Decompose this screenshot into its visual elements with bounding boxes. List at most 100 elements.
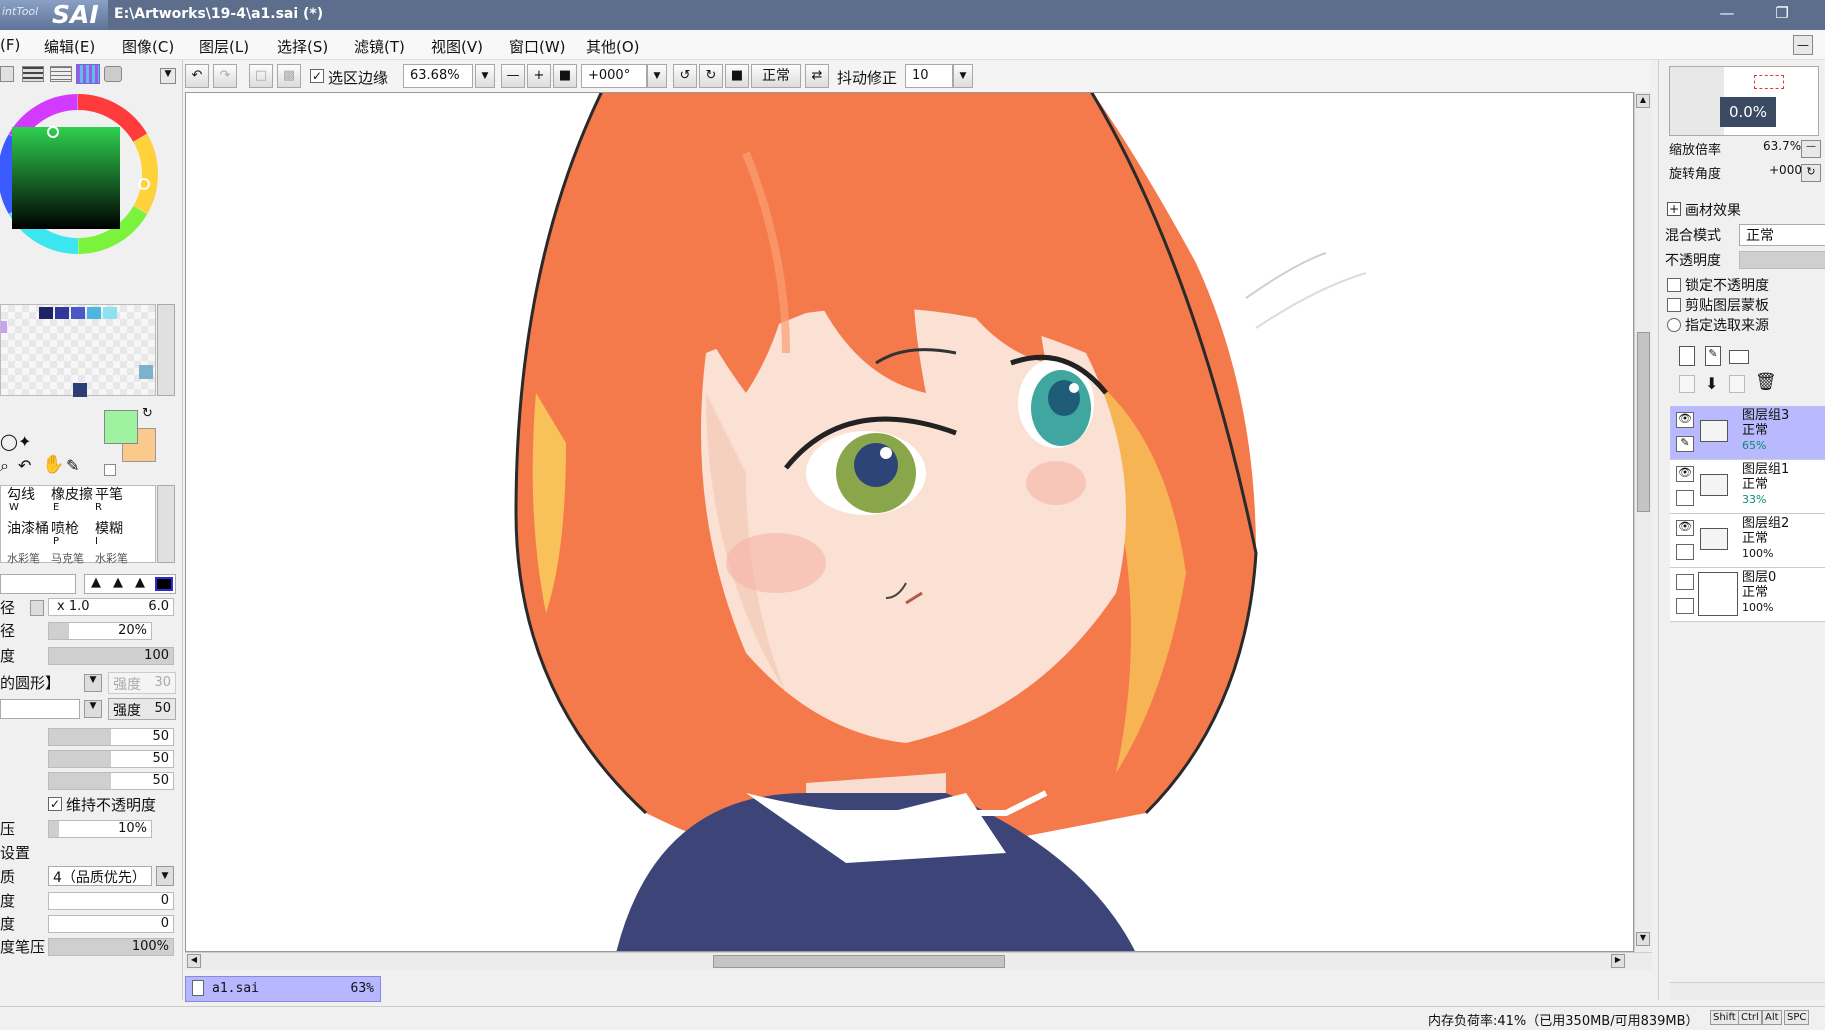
rotate-left-button[interactable]: ↺	[673, 64, 697, 88]
reset-colors-icon[interactable]	[104, 464, 116, 476]
trash-icon[interactable]: 🗑	[1755, 372, 1777, 392]
scroll-right-button[interactable]: ▶	[1611, 954, 1625, 968]
nav-rotate-reset-button[interactable]: ↻	[1801, 164, 1821, 182]
expand-icon[interactable]: +	[1667, 202, 1681, 216]
rotate-reset-button[interactable]: ■	[725, 64, 749, 88]
tip-square-icon[interactable]	[155, 577, 173, 591]
tool-eraser-label[interactable]: 橡皮擦	[51, 484, 93, 504]
new-linework-layer-icon[interactable]: ✎	[1705, 346, 1721, 366]
layer-list-scrollbar[interactable]	[1670, 982, 1825, 1000]
rotate-icon[interactable]: ↶	[18, 456, 31, 475]
navigator-preview[interactable]: 0.0%	[1669, 66, 1819, 136]
tool-marker-label[interactable]: 马克笔	[51, 550, 84, 566]
texture-strength-field[interactable]: 强度 50	[108, 698, 176, 720]
swatch[interactable]	[71, 307, 85, 319]
nav-zoom-out-button[interactable]: —	[1801, 140, 1821, 158]
swatch[interactable]	[139, 365, 153, 379]
selection-edge-checkbox[interactable]: ✓	[310, 69, 324, 83]
swatch[interactable]	[1, 321, 7, 333]
pen-toggle[interactable]	[1676, 544, 1694, 560]
quality-dropdown[interactable]: ▼	[156, 866, 174, 886]
effects-label[interactable]: 画材效果	[1685, 200, 1741, 220]
swap-colors-icon[interactable]: ↻	[142, 406, 153, 421]
navigator-view-rect[interactable]	[1754, 75, 1784, 89]
layout-icon-2[interactable]	[22, 66, 44, 82]
tool-flat-brush-label[interactable]: 平笔	[95, 484, 123, 504]
maximize-button[interactable]: ❐	[1770, 4, 1794, 26]
tip-soft-icon[interactable]: ▲	[135, 575, 145, 590]
stabilizer-dropdown[interactable]: ▼	[953, 64, 973, 88]
minimize-button[interactable]: —	[1715, 4, 1739, 26]
blend-mode-select[interactable]: 正常	[1739, 224, 1825, 246]
eye-icon[interactable]: 👁	[1676, 466, 1694, 482]
swatch[interactable]	[73, 383, 87, 397]
stabilizer-field[interactable]: 10	[905, 64, 953, 88]
shape-dropdown[interactable]: ▼	[84, 674, 102, 692]
menu-window[interactable]: 窗口(W)	[509, 36, 566, 57]
tip-medium-icon[interactable]: ▲	[113, 575, 123, 590]
quality-select[interactable]: 4（品质优先）	[48, 866, 152, 886]
new-layer-icon[interactable]	[1679, 346, 1695, 366]
rotation-dropdown[interactable]: ▼	[647, 64, 667, 88]
layer-item[interactable]: 👁 图层组2 正常 100%	[1670, 514, 1825, 568]
rotation-field[interactable]: +000°	[581, 64, 647, 88]
flip-button[interactable]: ⇄	[805, 64, 829, 88]
swatch[interactable]	[55, 307, 69, 319]
swatch[interactable]	[39, 307, 53, 319]
swatch-grid[interactable]	[0, 304, 156, 397]
undo-button[interactable]: ↶	[185, 64, 209, 88]
brush-preset-select[interactable]	[0, 574, 76, 594]
rotate-right-button[interactable]: ↻	[699, 64, 723, 88]
texture-select[interactable]	[0, 699, 80, 719]
zoom-dropdown[interactable]: ▼	[475, 64, 495, 88]
pressure-slider[interactable]: 10%	[48, 820, 152, 838]
texture-dropdown[interactable]: ▼	[84, 700, 102, 718]
blend-mode-button[interactable]: 正常	[751, 64, 801, 88]
menu-layer[interactable]: 图层(L)	[199, 36, 249, 57]
selection-source-radio[interactable]	[1667, 318, 1681, 332]
menu-view[interactable]: 视图(V)	[431, 36, 483, 57]
hscroll-thumb[interactable]	[713, 955, 1005, 968]
hand-icon[interactable]: ✋	[42, 454, 64, 475]
file-tab[interactable]: a1.sai 63%	[185, 976, 381, 1002]
canvas-horizontal-scrollbar[interactable]: ◀ ▶	[185, 952, 1652, 970]
zoom-icon[interactable]: ⌕	[0, 456, 9, 476]
size-mult-dropdown[interactable]	[30, 600, 44, 616]
tool-watercolor-label[interactable]: 水彩笔	[7, 550, 40, 566]
eye-icon[interactable]: 👁	[1676, 520, 1694, 536]
clip-mask-checkbox[interactable]	[1667, 298, 1681, 312]
tool-bucket-label[interactable]: 油漆桶	[7, 518, 49, 538]
clear-layer-icon[interactable]	[1729, 375, 1745, 393]
scroll-up-button[interactable]: ▲	[1636, 94, 1650, 108]
zoom-out-button[interactable]: —	[501, 64, 525, 88]
swatch-scrollbar[interactable]	[157, 304, 175, 396]
size-slider[interactable]: x 1.0 6.0	[48, 598, 174, 616]
color-wheel[interactable]	[0, 92, 170, 262]
tip-hard-icon[interactable]: ▲	[91, 575, 101, 590]
min-size-slider[interactable]: 20%	[48, 622, 152, 640]
density-slider[interactable]: 100	[48, 647, 174, 665]
eye-toggle[interactable]	[1676, 574, 1694, 590]
invert-selection-button[interactable]: ▩	[277, 64, 301, 88]
zoom-reset-button[interactable]: ■	[553, 64, 577, 88]
redo-button[interactable]: ↷	[213, 64, 237, 88]
deselect-button[interactable]: □	[249, 64, 273, 88]
canvas-vertical-scrollbar[interactable]: ▲ ▼	[1634, 92, 1652, 952]
opacity-slider[interactable]	[1739, 251, 1825, 269]
swatch-icon[interactable]	[104, 66, 122, 82]
menu-image[interactable]: 图像(C)	[122, 36, 174, 57]
menu-select[interactable]: 选择(S)	[277, 36, 328, 57]
merge-down-icon[interactable]: ⬇	[1705, 374, 1718, 393]
palette-icon[interactable]	[76, 64, 100, 84]
layout-icon-1[interactable]	[0, 66, 14, 82]
blend-slider[interactable]: 50	[48, 728, 174, 746]
copy-layer-icon[interactable]	[1679, 375, 1695, 393]
menu-file[interactable]: (F)	[0, 36, 20, 54]
tool-pen-label[interactable]: 勾线	[7, 484, 35, 504]
pen-toggle[interactable]	[1676, 598, 1694, 614]
swatch[interactable]	[87, 307, 101, 319]
zoom-in-button[interactable]: +	[527, 64, 551, 88]
edge2-slider[interactable]: 0	[48, 915, 174, 933]
lasso-icon[interactable]: ◯	[0, 432, 18, 451]
scroll-down-button[interactable]: ▼	[1636, 932, 1650, 946]
